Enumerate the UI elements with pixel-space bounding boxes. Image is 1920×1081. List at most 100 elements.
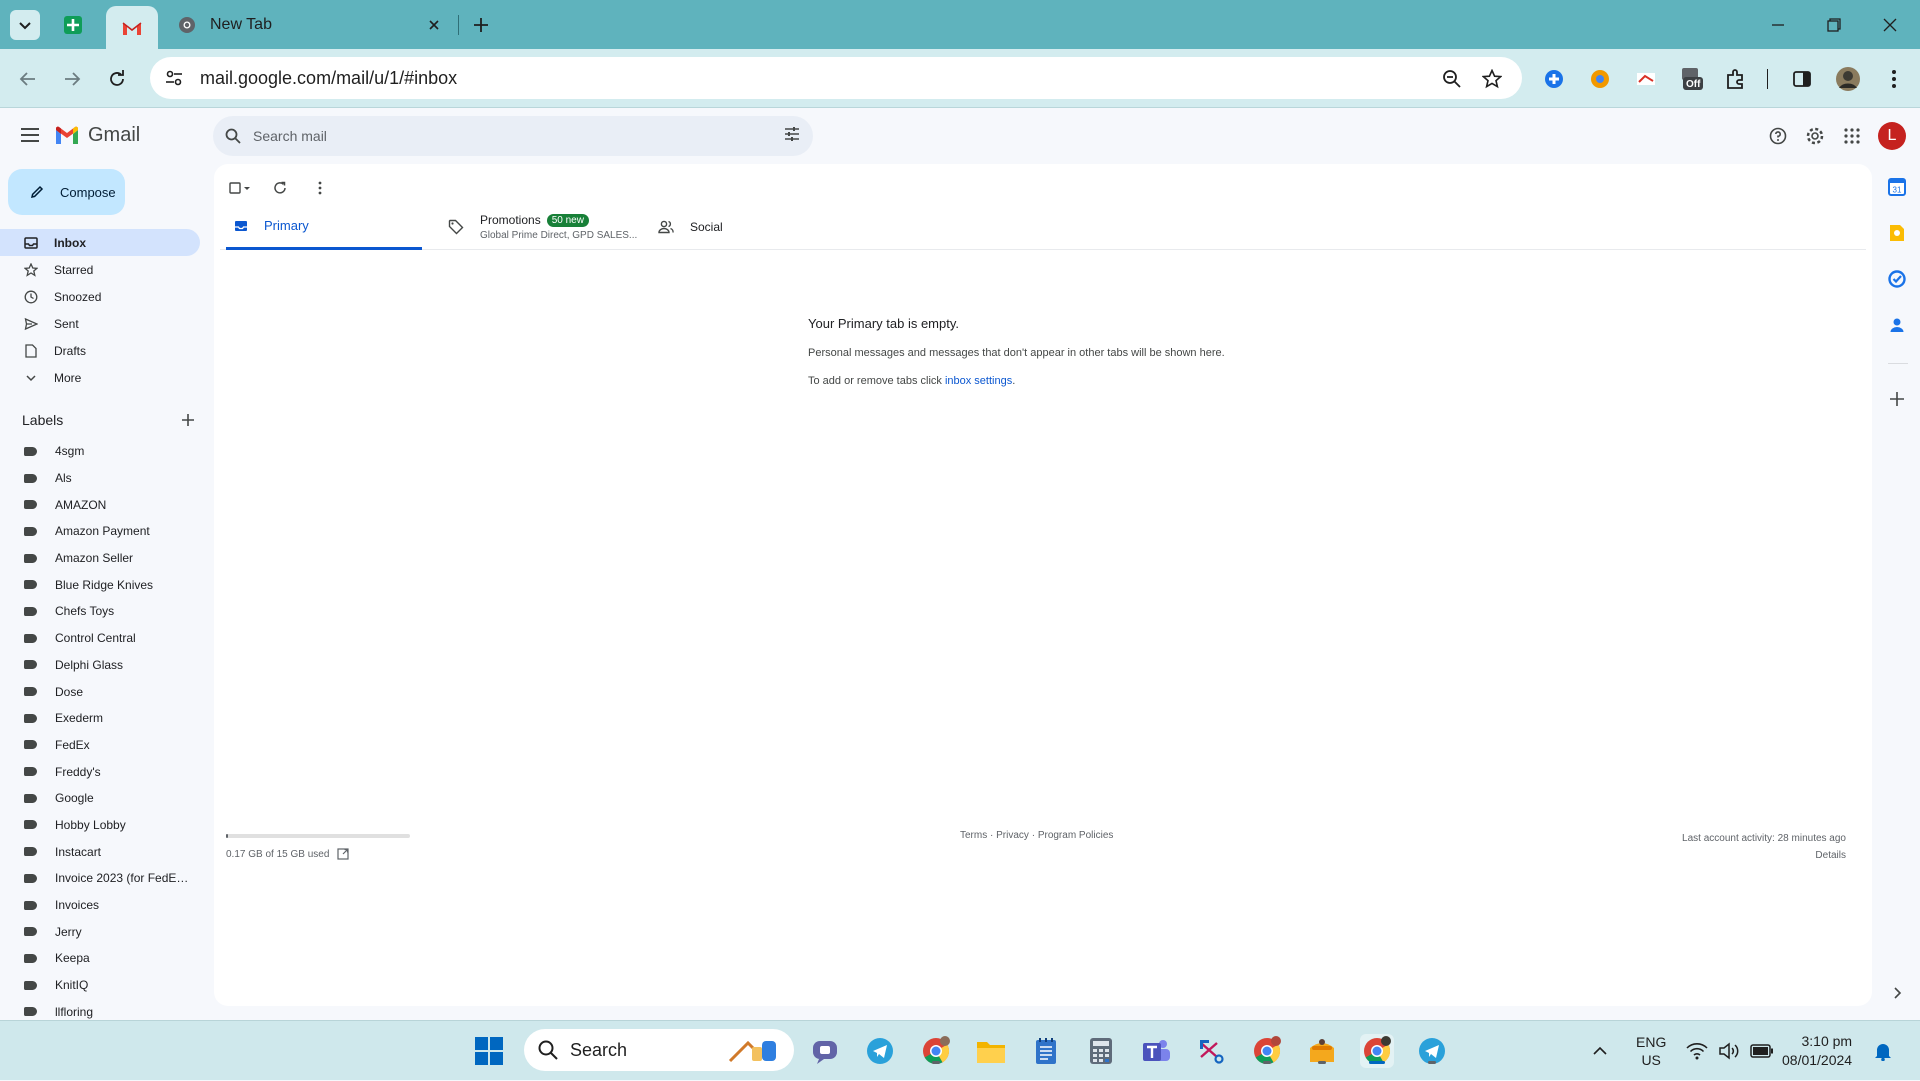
- taskbar-app-yellow[interactable]: [1305, 1034, 1339, 1068]
- taskbar-calculator[interactable]: [1084, 1034, 1118, 1068]
- program-policies-link[interactable]: Program Policies: [1038, 830, 1114, 841]
- label-item[interactable]: Invoice 2023 (for FedEx ...: [0, 865, 200, 892]
- nav-more[interactable]: More: [0, 364, 200, 391]
- label-item[interactable]: Control Central: [0, 625, 200, 652]
- extensions-button[interactable]: [1722, 65, 1750, 93]
- label-item[interactable]: Jerry: [0, 918, 200, 945]
- extension-2[interactable]: [1586, 65, 1614, 93]
- refresh-button[interactable]: [266, 174, 294, 202]
- search-mail-box[interactable]: Search mail: [213, 116, 813, 156]
- search-options-icon[interactable]: [783, 125, 801, 143]
- search-icon[interactable]: [225, 128, 241, 144]
- taskbar-chrome-active[interactable]: [1360, 1034, 1394, 1068]
- label-item[interactable]: Blue Ridge Knives: [0, 571, 200, 598]
- select-checkbox[interactable]: [226, 174, 254, 202]
- taskbar-snipping-tool[interactable]: [1194, 1034, 1228, 1068]
- network-volume-battery[interactable]: [1686, 1021, 1774, 1081]
- label-item[interactable]: Invoices: [0, 892, 200, 919]
- taskbar-chrome-profile-1[interactable]: [919, 1034, 953, 1068]
- keep-app-button[interactable]: [1886, 222, 1908, 244]
- taskbar-teams[interactable]: [1139, 1034, 1173, 1068]
- restore-button[interactable]: [1806, 0, 1862, 49]
- notifications-button[interactable]: [1874, 1021, 1892, 1081]
- label-item[interactable]: Chefs Toys: [0, 598, 200, 625]
- minimize-button[interactable]: [1750, 0, 1806, 49]
- tasks-app-button[interactable]: [1886, 268, 1908, 290]
- label-item[interactable]: FedEx: [0, 732, 200, 759]
- open-external-icon[interactable]: [337, 848, 350, 860]
- new-tab-button[interactable]: [466, 10, 496, 40]
- label-item[interactable]: KnitIQ: [0, 972, 200, 999]
- compose-button[interactable]: Compose: [8, 169, 125, 215]
- back-button[interactable]: [12, 63, 44, 95]
- get-addons-button[interactable]: [1886, 388, 1908, 410]
- taskbar-search[interactable]: Search: [524, 1029, 794, 1071]
- label-item[interactable]: Dose: [0, 678, 200, 705]
- contacts-app-button[interactable]: [1886, 314, 1908, 336]
- account-avatar[interactable]: L: [1878, 122, 1906, 150]
- label-item[interactable]: Amazon Seller: [0, 545, 200, 572]
- address-bar[interactable]: mail.google.com/mail/u/1/#inbox: [150, 57, 1522, 99]
- profile-avatar[interactable]: [1834, 65, 1862, 93]
- calendar-app-button[interactable]: 31: [1886, 176, 1908, 198]
- extension-4[interactable]: Off: [1678, 65, 1706, 93]
- label-item[interactable]: AMAZON: [0, 491, 200, 518]
- site-settings-icon[interactable]: [164, 68, 184, 88]
- language-indicator[interactable]: ENG US: [1636, 1021, 1666, 1081]
- side-panel-button[interactable]: [1788, 65, 1816, 93]
- tab-promotions[interactable]: Promotions 50 new Global Prime Direct, G…: [444, 204, 644, 250]
- support-button[interactable]: [1764, 122, 1792, 150]
- label-item[interactable]: Hobby Lobby: [0, 812, 200, 839]
- main-menu-button[interactable]: [14, 119, 46, 151]
- taskbar-chat[interactable]: [808, 1034, 842, 1068]
- settings-button[interactable]: [1801, 122, 1829, 150]
- inbox-settings-link[interactable]: inbox settings: [945, 375, 1012, 387]
- chrome-menu-button[interactable]: [1880, 65, 1908, 93]
- bookmark-button[interactable]: [1480, 67, 1504, 91]
- extension-1[interactable]: [1540, 65, 1568, 93]
- terms-link[interactable]: Terms: [960, 830, 987, 841]
- clock[interactable]: 3:10 pm 08/01/2024: [1782, 1021, 1852, 1081]
- label-item[interactable]: Exederm: [0, 705, 200, 732]
- privacy-link[interactable]: Privacy: [996, 830, 1029, 841]
- label-item[interactable]: Google: [0, 785, 200, 812]
- add-label-icon[interactable]: [182, 414, 194, 426]
- zoom-button[interactable]: [1440, 67, 1464, 91]
- nav-drafts[interactable]: Drafts: [0, 337, 200, 364]
- nav-inbox[interactable]: Inbox: [0, 229, 200, 256]
- label-item[interactable]: Keepa: [0, 945, 200, 972]
- label-item[interactable]: Amazon Payment: [0, 518, 200, 545]
- taskbar-telegram-2[interactable]: [1415, 1034, 1449, 1068]
- start-button[interactable]: [472, 1034, 506, 1068]
- label-item[interactable]: Als: [0, 465, 200, 492]
- taskbar-notepad[interactable]: [1029, 1034, 1063, 1068]
- taskbar-chrome-profile-2[interactable]: [1250, 1034, 1284, 1068]
- tab-primary[interactable]: Primary: [226, 204, 422, 250]
- gmail-logo[interactable]: Gmail: [54, 124, 140, 147]
- label-item[interactable]: Freddy's: [0, 758, 200, 785]
- more-actions-button[interactable]: [306, 174, 334, 202]
- show-side-panel-button[interactable]: [1886, 982, 1908, 1004]
- tab-gmail[interactable]: [106, 6, 158, 49]
- label-item[interactable]: Delphi Glass: [0, 652, 200, 679]
- tab-social[interactable]: Social: [652, 204, 832, 250]
- taskbar-telegram[interactable]: [863, 1034, 897, 1068]
- forward-button[interactable]: [56, 63, 88, 95]
- close-window-button[interactable]: [1862, 0, 1918, 49]
- nav-sent[interactable]: Sent: [0, 310, 200, 337]
- details-link[interactable]: Details: [1682, 847, 1846, 864]
- taskbar-file-explorer[interactable]: [974, 1034, 1008, 1068]
- nav-starred[interactable]: Starred: [0, 256, 200, 283]
- google-apps-button[interactable]: [1838, 122, 1866, 150]
- close-icon[interactable]: [428, 19, 440, 31]
- reload-button[interactable]: [101, 63, 133, 95]
- nav-snoozed[interactable]: Snoozed: [0, 283, 200, 310]
- tab-new-tab[interactable]: New Tab: [168, 8, 450, 42]
- show-hidden-icons-button[interactable]: [1592, 1021, 1608, 1081]
- label-item[interactable]: Instacart: [0, 838, 200, 865]
- sheets-tab-icon[interactable]: [58, 10, 88, 40]
- label-item[interactable]: 4sgm: [0, 438, 200, 465]
- extension-3[interactable]: [1632, 65, 1660, 93]
- tab-search-button[interactable]: [10, 10, 40, 40]
- search-input[interactable]: Search mail: [253, 128, 327, 144]
